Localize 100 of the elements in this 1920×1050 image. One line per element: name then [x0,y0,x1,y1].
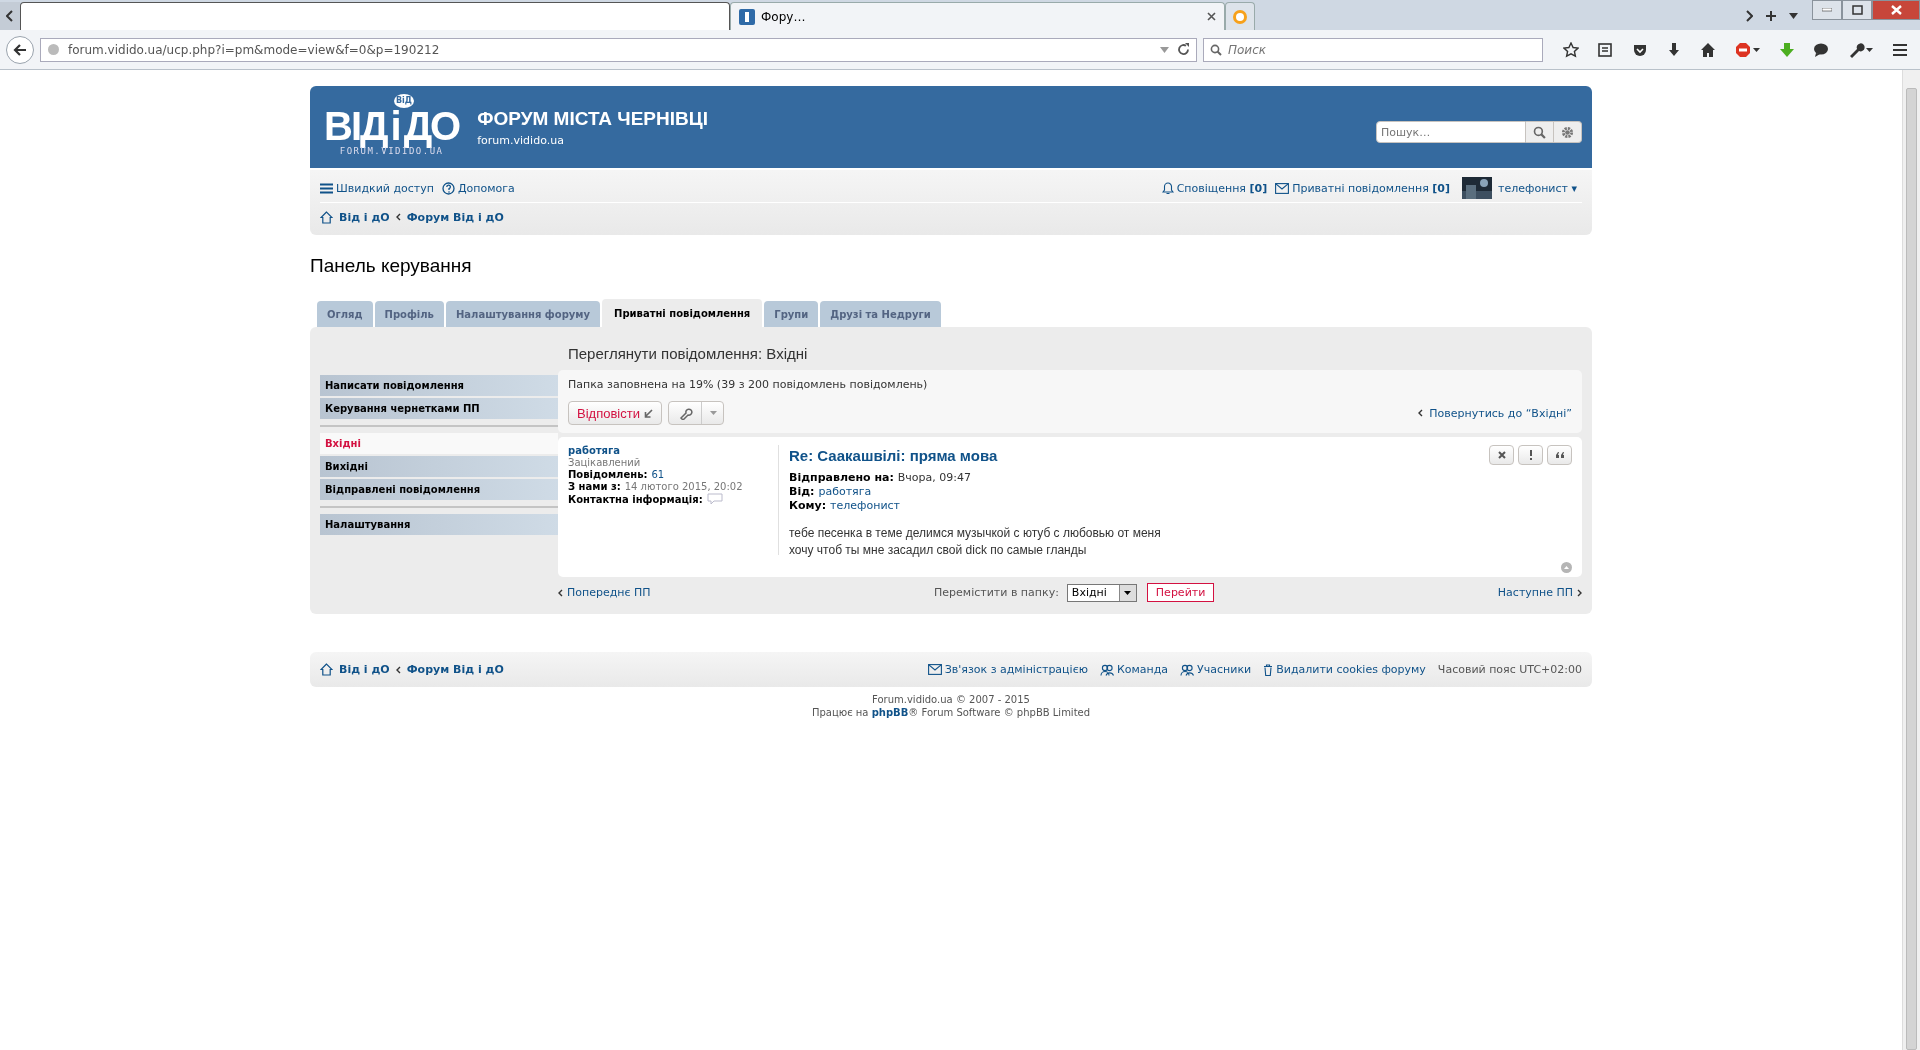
bookmarks-icon[interactable] [1597,41,1614,58]
user-menu[interactable]: телефонист ▾ [1498,181,1577,195]
site-subtitle: forum.vidido.ua [477,133,565,147]
breadcrumb-link[interactable]: Форум Від і дО [406,210,504,224]
panel-tab[interactable]: Налаштування форуму [445,301,601,327]
notifications-link[interactable]: Сповіщення [0] [1176,181,1268,195]
delete-button[interactable] [1489,445,1514,465]
back-arrow-icon [13,43,27,56]
download-arrow-icon[interactable] [1778,41,1795,58]
new-tab-icon[interactable] [1765,10,1777,22]
gear-icon [1561,125,1574,139]
search-icon [1533,125,1546,139]
tab-scroll-right-icon[interactable] [1745,10,1753,22]
user-link[interactable]: работяга [818,485,872,499]
breadcrumb-link[interactable]: Від і дО [339,663,390,676]
tools-button[interactable] [667,401,724,425]
logo-text[interactable]: і [390,108,400,144]
caret-icon [709,411,717,415]
chevron-icon [395,665,401,674]
sidebar-item[interactable]: Керування чернетками ПП [320,398,558,419]
close-icon [1497,451,1506,459]
close-window-button[interactable] [1872,0,1920,20]
previous-message-link[interactable]: Попереднє ПП [567,586,651,599]
trash-icon [1263,663,1274,676]
exclamation-icon [1528,450,1533,460]
back-link[interactable]: Повернутись до “Вхідні” [1429,406,1572,420]
logo-caption: FORUM.VIDIDO.UA [339,146,444,156]
footer-link[interactable]: Учасники [1197,663,1252,676]
panel-tab[interactable]: Друзі та Недруги [820,301,941,327]
folder-select[interactable]: Вхідні [1066,583,1137,602]
breadcrumb-link[interactable]: Від і дО [339,210,390,224]
chevron-icon [395,213,401,221]
sidebar-item[interactable]: Відправлені повідомлення [320,479,558,500]
copyright-text: Forum.vidido.ua © 2007 - 2015 [872,693,1030,706]
logo-badge: ВіД [394,94,414,108]
tab-scroll-left-button[interactable] [0,2,20,30]
footer-link[interactable]: Видалити cookies форуму [1276,663,1426,676]
profile-label: Контактна інформація: [568,493,703,505]
powered-by-text: Працює на phpBB® Forum Software © phpBB Limited [811,706,1091,719]
restore-button[interactable] [1842,0,1872,20]
favicon-icon [739,8,755,25]
panel-tab[interactable]: Огляд [317,301,373,327]
close-icon[interactable] [1206,12,1216,21]
home-icon[interactable] [1700,41,1717,58]
panel-tab[interactable]: Профіль [374,301,444,327]
download-icon[interactable] [1666,41,1682,58]
profile-value: 14 лютого 2015, 20:02 [624,481,743,492]
section-heading: Переглянути повідомлення: Вхідні [568,345,809,362]
next-message-link[interactable]: Наступне ПП [1497,586,1573,599]
quote-button[interactable] [1547,445,1572,465]
dropdown-icon[interactable] [1160,46,1169,53]
advanced-search-button[interactable] [1554,121,1582,143]
folder-status: Папка заповнена на 19% (39 з 200 повідомлень повідомлень) [568,378,929,391]
post-title[interactable]: Re: Саакашвілі: пряма мова [789,446,1489,464]
help-icon [441,181,455,195]
sidebar-item[interactable]: Налаштування [320,514,558,535]
sidebar-item[interactable]: Написати повідомлення [320,375,558,396]
quick-access-link[interactable]: Швидкий доступ [336,181,434,195]
report-button[interactable] [1518,445,1543,465]
envelope-icon [927,664,942,675]
globe-icon [47,43,60,56]
sidebar-item[interactable]: Вихідні [320,456,558,477]
footer-link[interactable]: Команда [1116,663,1169,676]
reply-button[interactable]: Відповісти [568,401,662,425]
caret-icon [1124,590,1132,595]
tab-list-icon[interactable] [1789,13,1798,19]
address-field[interactable]: forum.vidido.ua/ucp.php?i=pm&mode=view&f=0&p=190212 [40,37,1197,62]
panel-tab[interactable]: Групи [764,301,819,327]
home-icon [320,210,333,224]
search-icon [1210,43,1222,56]
sidebar-item[interactable]: Вхідні [320,433,558,454]
profile-label: З нами з: [568,481,621,492]
quote-icon [1554,451,1565,459]
go-button[interactable]: Перейти [1146,583,1215,602]
meta-value: Вчора, 09:47 [897,471,972,485]
panel-tab[interactable]: Приватні повідомлення [602,299,763,327]
envelope-icon [1275,182,1290,194]
search-button[interactable] [1526,121,1554,143]
scrollbar[interactable] [1902,70,1920,1050]
arrow-icon [643,408,653,418]
browser-tab[interactable]: Фору… [730,2,1225,30]
chat-icon[interactable] [1813,41,1830,58]
reload-icon[interactable] [1177,43,1190,56]
close-icon [1890,5,1902,15]
author-link[interactable]: работяга [568,445,768,456]
menu-icon[interactable] [1891,42,1908,57]
breadcrumb-link[interactable]: Форум Від і дО [406,663,504,676]
chevron-icon [558,588,563,597]
search-field[interactable]: Поиск [1203,37,1543,62]
help-link[interactable]: Допомога [457,181,515,195]
footer-link[interactable]: Зв'язок з адміністрацією [944,663,1088,676]
search-field[interactable]: Пошук… [1376,121,1526,143]
browser-tab[interactable] [20,2,730,30]
users-icon [1099,663,1114,676]
private-messages-link[interactable]: Приватні повідомлення [0] [1292,181,1451,195]
meta-label: Від: [789,485,815,499]
adblock-icon[interactable] [1734,41,1761,58]
user-link[interactable]: телефонист [830,499,900,513]
bookmark-star-icon[interactable] [1563,41,1579,58]
back-button[interactable] [6,35,34,64]
